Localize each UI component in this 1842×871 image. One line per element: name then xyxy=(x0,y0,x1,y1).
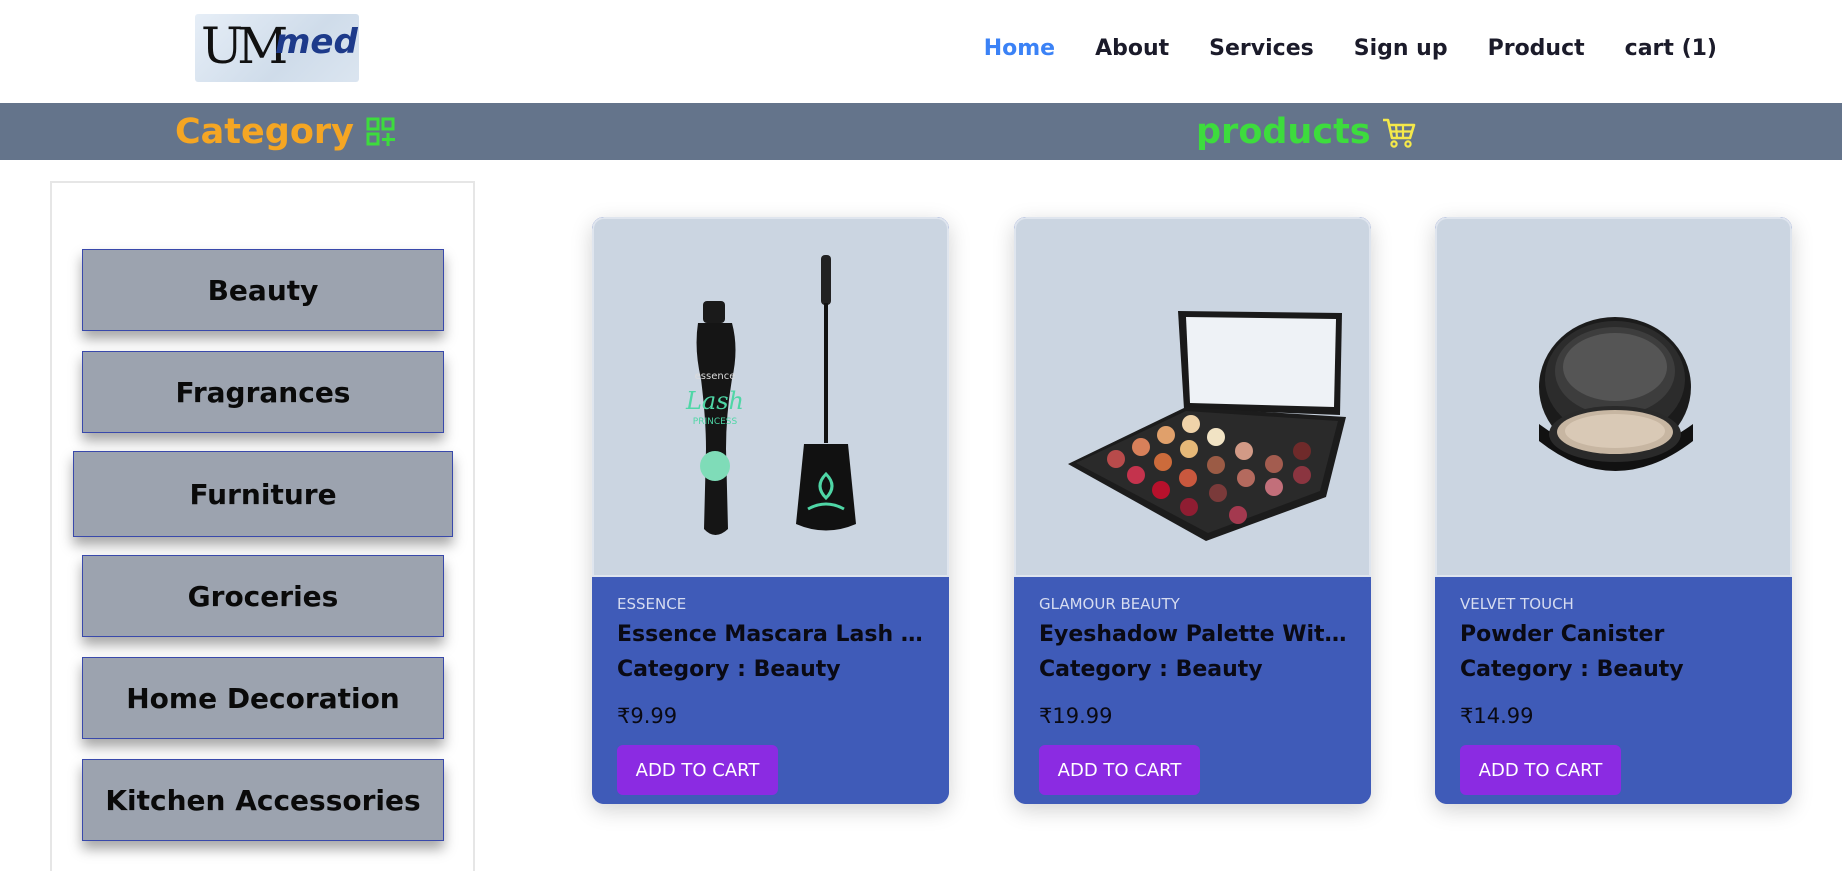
nav-cart[interactable]: cart (1) xyxy=(1625,36,1717,62)
product-image-eyeshadow-palette[interactable] xyxy=(1014,217,1371,577)
category-button-groceries[interactable]: Groceries xyxy=(82,555,444,637)
logo-mark: UM xyxy=(201,17,288,75)
products-title: products xyxy=(1196,112,1371,152)
products-heading: products xyxy=(1196,112,1417,152)
product-brand: VELVET TOUCH xyxy=(1460,595,1574,613)
category-button-kitchen-accessories[interactable]: Kitchen Accessories xyxy=(82,759,444,841)
product-price: ₹14.99 xyxy=(1460,704,1534,728)
product-category: Category : Beauty xyxy=(1460,657,1684,682)
shopping-cart-icon xyxy=(1382,118,1415,148)
svg-text:Lash: Lash xyxy=(685,387,744,415)
product-card[interactable]: VELVET TOUCH Powder Canister Category : … xyxy=(1435,217,1792,804)
nav-home[interactable]: Home xyxy=(984,36,1055,62)
add-to-cart-button[interactable]: ADD TO CART xyxy=(617,745,778,795)
nav-services[interactable]: Services xyxy=(1209,36,1314,62)
nav-product[interactable]: Product xyxy=(1488,36,1585,62)
product-brand: ESSENCE xyxy=(617,595,687,613)
product-info: VELVET TOUCH Powder Canister Category : … xyxy=(1435,579,1792,804)
product-name[interactable]: Eyeshadow Palette With Mi... xyxy=(1039,621,1357,649)
product-name[interactable]: Essence Mascara Lash Princ... xyxy=(617,621,935,649)
product-brand: GLAMOUR BEAUTY xyxy=(1039,595,1180,613)
category-button-beauty[interactable]: Beauty xyxy=(82,249,444,331)
section-banner: Category products xyxy=(0,103,1842,160)
navbar: UM med Home About Services Sign up Produ… xyxy=(0,0,1842,103)
nav-menu: Home About Services Sign up Product cart… xyxy=(944,36,1717,62)
product-name[interactable]: Powder Canister xyxy=(1460,621,1778,649)
product-card[interactable]: GLAMOUR BEAUTY Eyeshadow Palette With Mi… xyxy=(1014,217,1371,804)
category-title: Category xyxy=(175,112,354,152)
product-category: Category : Beauty xyxy=(617,657,841,682)
nav-sign-up[interactable]: Sign up xyxy=(1354,36,1448,62)
product-price: ₹9.99 xyxy=(617,704,678,728)
svg-text:essence: essence xyxy=(695,371,736,382)
product-price: ₹19.99 xyxy=(1039,704,1113,728)
category-button-fragrances[interactable]: Fragrances xyxy=(82,351,444,433)
add-to-cart-button[interactable]: ADD TO CART xyxy=(1039,745,1200,795)
svg-text:PRINCESS: PRINCESS xyxy=(693,417,738,427)
category-button-furniture[interactable]: Furniture xyxy=(73,451,453,537)
product-info: GLAMOUR BEAUTY Eyeshadow Palette With Mi… xyxy=(1014,579,1371,804)
product-info: ESSENCE Essence Mascara Lash Princ... Ca… xyxy=(592,579,949,804)
category-grid-add-icon xyxy=(366,117,395,146)
product-image-powder-canister[interactable] xyxy=(1435,217,1792,577)
category-heading: Category xyxy=(175,112,396,152)
logo[interactable]: UM med xyxy=(195,14,359,82)
logo-word: med xyxy=(275,22,358,62)
add-to-cart-button[interactable]: ADD TO CART xyxy=(1460,745,1621,795)
category-button-home-decoration[interactable]: Home Decoration xyxy=(82,657,444,739)
product-card[interactable]: essence Lash PRINCESS ESSENCE Essence Ma… xyxy=(592,217,949,804)
nav-about[interactable]: About xyxy=(1095,36,1169,62)
product-image-mascara[interactable]: essence Lash PRINCESS xyxy=(592,217,949,577)
category-sidebar: Beauty Fragrances Furniture Groceries Ho… xyxy=(50,181,475,871)
product-category: Category : Beauty xyxy=(1039,657,1263,682)
